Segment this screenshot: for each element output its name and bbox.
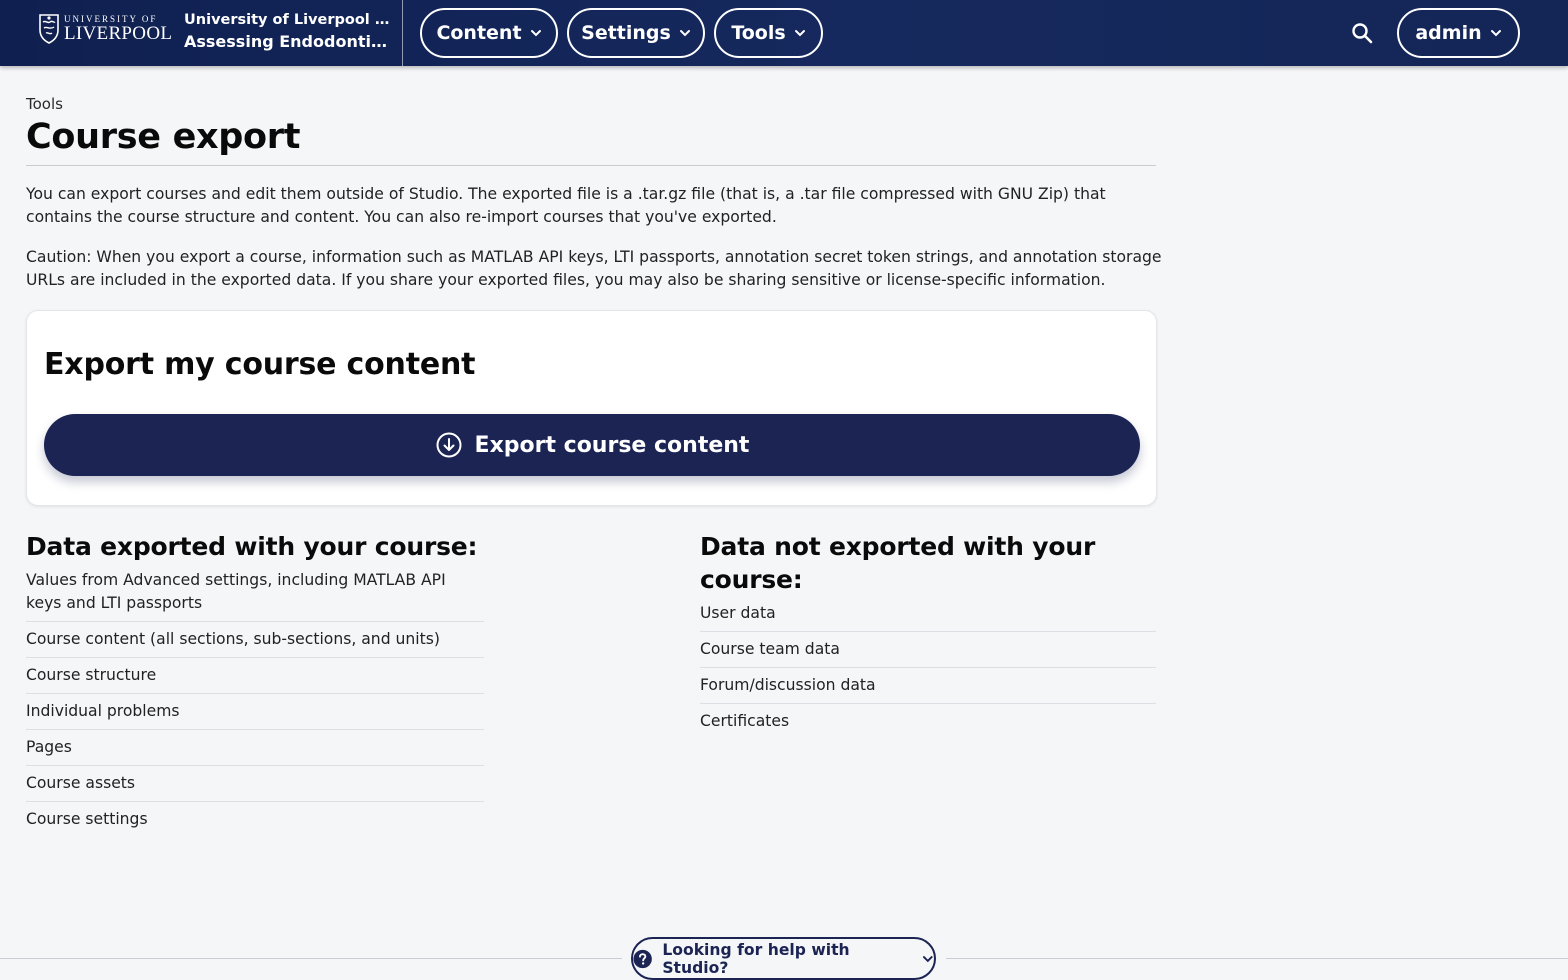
- export-card-heading: Export my course content: [44, 347, 476, 382]
- settings-menu-button[interactable]: Settings: [567, 8, 705, 58]
- university-logo[interactable]: UNIVERSITY OF LIVERPOOL: [36, 12, 172, 46]
- list-item: Values from Advanced settings, including…: [26, 569, 484, 622]
- list-item: Course structure: [26, 658, 484, 694]
- not-exported-heading: Data not exported with your course:: [700, 532, 1096, 594]
- settings-menu-label: Settings: [581, 22, 671, 44]
- user-menu-label: admin: [1415, 22, 1482, 44]
- footer-divider-right: [946, 958, 1568, 959]
- export-button-label: Export course content: [474, 432, 750, 458]
- exported-heading: Data exported with your course:: [26, 532, 478, 561]
- page-title: Course export: [26, 117, 301, 157]
- user-menu-button[interactable]: admin: [1397, 8, 1520, 58]
- search-icon[interactable]: [1350, 21, 1374, 45]
- tools-menu-button[interactable]: Tools: [714, 8, 823, 58]
- help-label: Looking for help with Studio?: [662, 940, 850, 977]
- top-navbar: UNIVERSITY OF LIVERPOOL University of Li…: [0, 0, 1568, 66]
- list-item: Individual problems: [26, 694, 484, 730]
- title-divider: [26, 165, 1156, 166]
- list-item: User data: [700, 602, 1156, 632]
- chevron-down-icon: [794, 30, 805, 37]
- studio-help-button[interactable]: Looking for help with Studio?: [631, 937, 936, 980]
- export-course-content-button[interactable]: Export course content: [44, 414, 1140, 476]
- chevron-down-icon: [923, 955, 934, 962]
- course-name: Assessing Endodontic Cases: [184, 32, 390, 51]
- list-item: Certificates: [700, 712, 790, 730]
- list-item: Course assets: [26, 766, 484, 802]
- not-exported-data-section: Data not exported with your course: User…: [700, 530, 1156, 739]
- not-exported-list: User data Course team data Forum/discuss…: [700, 602, 1156, 739]
- chevron-down-icon: [530, 30, 541, 37]
- list-item: Course team data: [700, 632, 1156, 668]
- footer-divider-left: [0, 958, 622, 959]
- tools-menu-label: Tools: [731, 22, 786, 44]
- list-item: Forum/discussion data: [700, 668, 1156, 704]
- crest-icon: [39, 14, 59, 44]
- content-menu-button[interactable]: Content: [420, 8, 558, 58]
- course-title-block[interactable]: University of Liverpool ENDOD-101 Assess…: [184, 10, 390, 54]
- course-org: University of Liverpool ENDOD-101: [184, 12, 390, 28]
- list-item: Course settings: [26, 810, 148, 828]
- chevron-down-icon: [679, 30, 690, 37]
- content-menu-label: Content: [436, 22, 522, 44]
- caution-paragraph: Caution: When you export a course, infor…: [26, 248, 1162, 289]
- download-circle-icon: [436, 432, 462, 458]
- logo-big-text: LIVERPOOL: [64, 23, 173, 44]
- breadcrumb: Tools: [26, 95, 63, 113]
- export-card: Export my course content Export course c…: [26, 310, 1157, 506]
- exported-data-section: Data exported with your course: Values f…: [26, 530, 484, 837]
- list-item: Pages: [26, 730, 484, 766]
- exported-list: Values from Advanced settings, including…: [26, 569, 484, 837]
- header-divider: [402, 0, 403, 66]
- list-item: Course content (all sections, sub-sectio…: [26, 622, 484, 658]
- intro-paragraph: You can export courses and edit them out…: [26, 185, 1106, 226]
- chevron-down-icon: [1490, 30, 1501, 37]
- question-circle-icon: [633, 949, 652, 968]
